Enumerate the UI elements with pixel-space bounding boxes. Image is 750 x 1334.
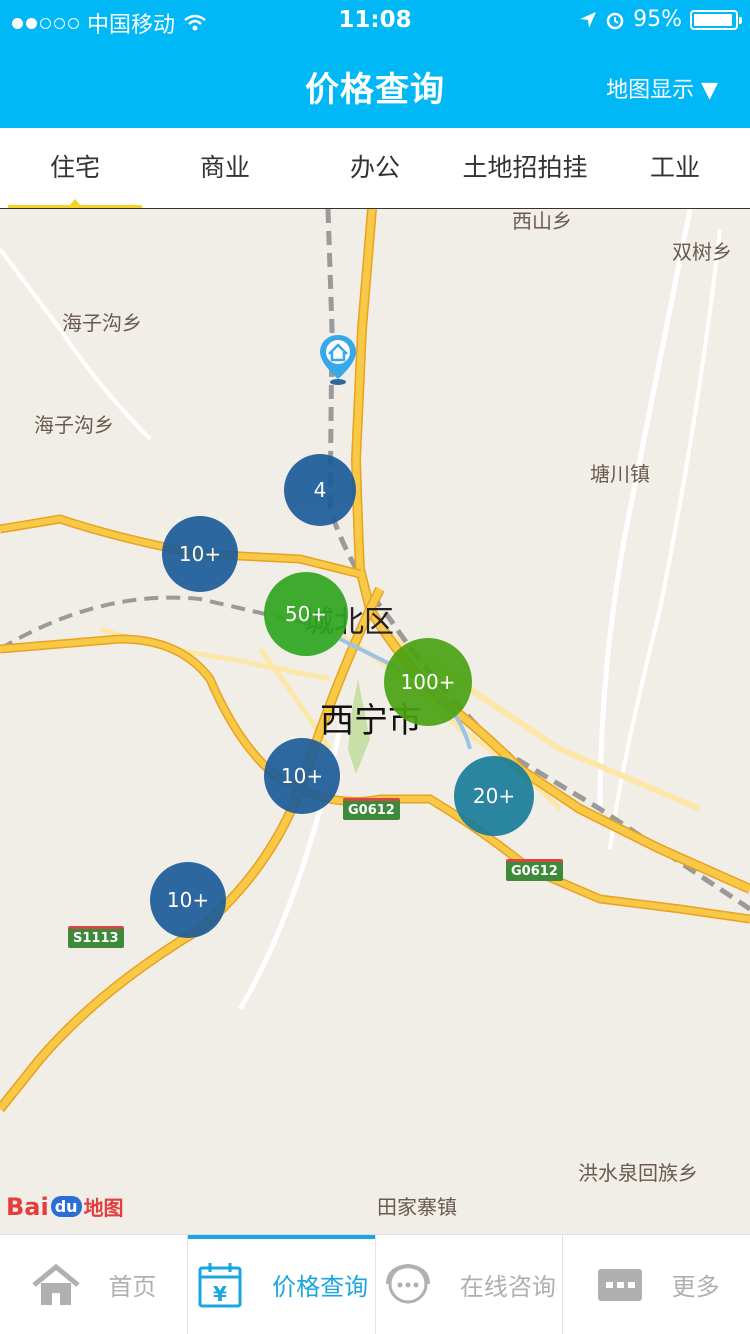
tab-land-auction[interactable]: 土地招拍挂 xyxy=(450,128,600,208)
price-cluster-marker[interactable]: 10+ xyxy=(150,862,226,938)
price-cluster-marker[interactable]: 4 xyxy=(284,454,356,526)
chat-icon xyxy=(382,1261,434,1309)
map-label-hongshuiquan: 洪水泉回族乡 xyxy=(578,1161,698,1185)
top-bar: 中国移动 11:08 95% 价格查询 地图显示 ▼ xyxy=(0,0,750,128)
home-location-pin-icon[interactable] xyxy=(318,333,358,385)
price-calendar-icon: ¥ xyxy=(194,1261,246,1309)
battery-icon xyxy=(690,9,742,30)
map-label-xishan: 西山乡 xyxy=(512,209,572,233)
home-icon xyxy=(30,1261,82,1309)
map-label-shuangshu: 双树乡 xyxy=(672,240,732,264)
highway-shield-g0612: G0612 xyxy=(343,798,400,820)
map-label-tangchuan: 塘川镇 xyxy=(590,462,650,486)
bottom-tab-label: 在线咨询 xyxy=(459,1273,556,1301)
map-view[interactable]: 西山乡 双树乡 海子沟乡 海子沟乡 塘川镇 洪水泉回族乡 田家寨镇 城北区 西宁… xyxy=(0,209,750,1234)
bottom-tab-price-query[interactable]: ¥ 价格查询 xyxy=(187,1235,376,1334)
price-cluster-marker[interactable]: 50+ xyxy=(264,572,348,656)
category-tabs: 住宅 商业 办公 土地招拍挂 工业 xyxy=(0,128,750,209)
map-display-toggle[interactable]: 地图显示 ▼ xyxy=(606,72,718,104)
svg-text:¥: ¥ xyxy=(213,1282,227,1306)
price-cluster-marker[interactable]: 100+ xyxy=(384,638,472,726)
map-label-tianjiazhai: 田家寨镇 xyxy=(377,1195,457,1219)
map-label-haizigou-1: 海子沟乡 xyxy=(62,311,142,335)
tab-industrial[interactable]: 工业 xyxy=(600,128,750,208)
bottom-tab-bar: 首页 ¥ 价格查询 在线咨询 更多 xyxy=(0,1234,750,1334)
bottom-tab-label: 首页 xyxy=(108,1273,157,1301)
bottom-tab-label: 更多 xyxy=(671,1273,720,1301)
tab-commercial[interactable]: 商业 xyxy=(150,128,300,208)
tab-office[interactable]: 办公 xyxy=(300,128,450,208)
alarm-icon xyxy=(606,12,624,29)
more-icon xyxy=(594,1261,646,1309)
bottom-tab-label: 价格查询 xyxy=(272,1273,369,1301)
price-cluster-marker[interactable]: 10+ xyxy=(162,516,238,592)
price-cluster-marker[interactable]: 10+ xyxy=(264,738,340,814)
highway-shield-g0612: G0612 xyxy=(506,859,563,881)
baidu-map-logo: Bai du 地图 xyxy=(6,1192,124,1221)
battery-percent: 95% xyxy=(633,7,682,32)
map-label-haizigou-2: 海子沟乡 xyxy=(34,413,114,437)
location-arrow-icon xyxy=(580,11,597,28)
price-cluster-marker[interactable]: 20+ xyxy=(454,756,534,836)
highway-shield-s1113: S1113 xyxy=(68,926,124,948)
bottom-tab-home[interactable]: 首页 xyxy=(0,1235,188,1334)
status-bar: 中国移动 11:08 95% xyxy=(0,0,750,40)
bottom-tab-more[interactable]: 更多 xyxy=(563,1235,750,1334)
tab-residential[interactable]: 住宅 xyxy=(0,128,150,208)
bottom-tab-online-consult[interactable]: 在线咨询 xyxy=(376,1235,564,1334)
